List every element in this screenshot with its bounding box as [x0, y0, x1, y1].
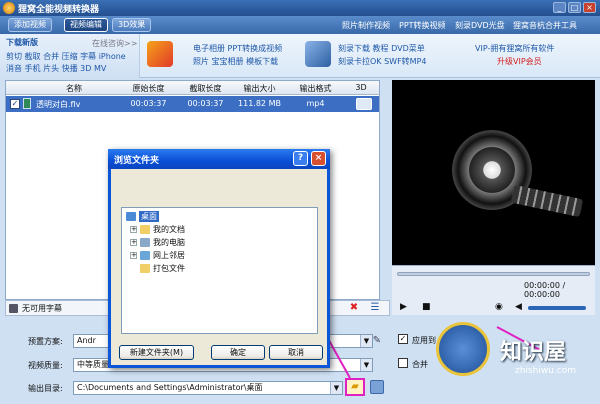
transport-bar: ▶ ■ ◉ ◀	[392, 301, 595, 315]
cell-format: mp4	[306, 99, 325, 108]
audio-merge-link[interactable]: 狸窝音杭合并工具	[513, 20, 577, 31]
col-orig-length[interactable]: 原始长度	[121, 83, 176, 94]
player-controls: 00:00:00 / 00:00:00	[392, 265, 595, 301]
tree-item-network[interactable]: 网上邻居	[153, 250, 185, 261]
video-preview	[392, 80, 595, 265]
folder-icon	[140, 225, 150, 234]
tree-item-pack-files[interactable]: 打包文件	[153, 263, 185, 274]
tools-row-2[interactable]: 消音 手机 片头 快播 3D MV	[6, 63, 106, 74]
folder-tree: 桌面 + 我的文档 + 我的电脑 + 网上邻居 打包文件	[121, 207, 318, 334]
vip-text: VIP-拥有狸窝所有软件	[475, 44, 555, 53]
preset-value: Andr	[77, 336, 96, 345]
tools-panel: 下载新版 在线咨询>> 剪切 截取 合并 压缩 字幕 iPhone 消音 手机 …	[0, 34, 140, 78]
photo-video-link[interactable]: 照片制作视频	[342, 20, 390, 31]
subtitle-icon	[9, 304, 18, 313]
quality-value: 中等质量	[77, 360, 109, 369]
watermark: 知识屋 zhishiwu.com	[430, 320, 600, 404]
wrench-icon[interactable]: ✎	[370, 334, 384, 348]
volume-icon[interactable]: ◀	[515, 302, 522, 312]
output-label: 输出目录:	[28, 384, 63, 393]
app-logo-icon	[3, 2, 15, 14]
stop-icon[interactable]: ■	[422, 302, 431, 312]
cell-cut: 00:03:37	[187, 99, 224, 108]
3d-toggle-icon[interactable]	[356, 98, 372, 110]
time-display: 00:00:00 / 00:00:00	[524, 281, 566, 299]
main-toolbar: 添加视频 视频编辑 3D效果 照片制作视频 PPT转换视频 刻录DVD光盘 狸窝…	[0, 16, 600, 34]
browse-folder-dialog: 浏览文件夹 ? × 桌面 + 我的文档 + 我的电脑 + 网上邻居 打包文件 新…	[108, 149, 330, 368]
col-output-size[interactable]: 输出大小	[232, 83, 287, 94]
3d-effect-button[interactable]: 3D效果	[112, 18, 152, 32]
expand-icon[interactable]: +	[130, 226, 137, 233]
maximize-button[interactable]: □	[568, 2, 581, 13]
online-consult-link[interactable]: 在线咨询>>	[92, 38, 137, 49]
watermark-brand: 知识屋	[500, 340, 567, 365]
apply-all-checkbox[interactable]: ✓	[398, 334, 408, 344]
row-checkbox[interactable]: ✓	[10, 99, 20, 109]
network-icon	[140, 251, 150, 260]
upgrade-vip-link[interactable]: 升级VIP会员	[497, 56, 542, 67]
browse-folder-button[interactable]: ▰	[345, 378, 365, 396]
new-folder-button[interactable]: 新建文件夹(M)	[119, 345, 194, 360]
tools-row-1[interactable]: 剪切 截取 合并 压缩 字幕 iPhone	[6, 51, 126, 62]
watermark-url: zhishiwu.com	[515, 366, 576, 376]
ppt-album-icon	[147, 41, 173, 67]
video-edit-button[interactable]: 视频编辑	[64, 18, 108, 32]
watermark-logo	[436, 322, 490, 376]
promo-2-line-2[interactable]: 刻录卡拉OK SWF转MP4	[338, 56, 427, 67]
play-icon[interactable]: ▶	[400, 302, 407, 312]
ppt-video-link[interactable]: PPT转换视频	[399, 20, 446, 31]
video-file-icon	[23, 98, 31, 109]
promo-2-line-1[interactable]: 刻录下载 教程 DVD菜单	[338, 43, 425, 54]
promo-1-line-2[interactable]: 照片 宝宝相册 模板下载	[193, 56, 278, 67]
cell-size: 111.82 MB	[238, 99, 281, 108]
list-icon[interactable]: ☰	[368, 301, 382, 315]
output-dir-input[interactable]: C:\Documents and Settings\Administrator\…	[73, 381, 343, 395]
quality-label: 视频质量:	[28, 361, 63, 370]
download-link[interactable]: 下载新版	[6, 37, 38, 48]
cell-orig: 00:03:37	[130, 99, 167, 108]
dvd-burn-icon	[305, 41, 331, 67]
desktop-icon	[126, 212, 136, 221]
tree-item-my-computer[interactable]: 我的电脑	[153, 237, 185, 248]
preset-label: 预置方案:	[28, 337, 63, 346]
volume-slider[interactable]	[528, 306, 586, 310]
burn-dvd-link[interactable]: 刻录DVD光盘	[455, 20, 505, 31]
dialog-title: 浏览文件夹	[114, 156, 160, 166]
cancel-button[interactable]: 取消	[269, 345, 323, 360]
open-folder-icon[interactable]	[370, 380, 384, 394]
table-header: 名称 原始长度 截取长度 输出大小 输出格式 3D	[6, 81, 379, 95]
tree-item-desktop[interactable]: 桌面	[139, 211, 159, 222]
dialog-help-button[interactable]: ?	[293, 151, 308, 166]
cell-name: 透明对白.flv	[36, 100, 81, 109]
expand-icon[interactable]: +	[130, 239, 137, 246]
add-video-button[interactable]: 添加视频	[8, 18, 52, 32]
tree-item-my-documents[interactable]: 我的文档	[153, 224, 185, 235]
expand-icon[interactable]: +	[130, 252, 137, 259]
seek-slider[interactable]	[397, 272, 590, 276]
table-row[interactable]: ✓ 透明对白.flv 00:03:37 00:03:37 111.82 MB m…	[6, 96, 379, 112]
folder-icon	[140, 264, 150, 273]
minimize-button[interactable]: _	[553, 2, 566, 13]
chevron-down-icon: ▼	[330, 382, 342, 394]
ok-button[interactable]: 确定	[211, 345, 265, 360]
col-name[interactable]: 名称	[44, 83, 104, 94]
col-cut-length[interactable]: 截取长度	[178, 83, 233, 94]
close-button[interactable]: ×	[583, 2, 596, 13]
chevron-down-icon: ▼	[360, 359, 372, 371]
dialog-close-button[interactable]: ×	[311, 151, 326, 166]
computer-icon	[140, 238, 150, 247]
title-bar: 狸窝全能视频转换器 _ □ ×	[0, 0, 600, 16]
app-title: 狸窝全能视频转换器	[18, 5, 100, 15]
col-3d[interactable]: 3D	[346, 83, 376, 92]
merge-checkbox[interactable]	[398, 358, 408, 368]
col-output-format[interactable]: 输出格式	[288, 83, 343, 94]
merge-label: 合并	[412, 360, 428, 369]
dialog-title-bar: 浏览文件夹 ? ×	[108, 149, 330, 169]
promo-1-line-1[interactable]: 电子相册 PPT转换成视频	[193, 43, 282, 54]
subtitle-select[interactable]: 无可用字幕	[22, 303, 62, 314]
output-dir-value: C:\Documents and Settings\Administrator\…	[77, 383, 263, 392]
promo-banner: 下载新版 在线咨询>> 剪切 截取 合并 压缩 字幕 iPhone 消音 手机 …	[0, 34, 600, 78]
camera-icon[interactable]: ◉	[495, 302, 503, 312]
film-strip	[510, 184, 584, 218]
